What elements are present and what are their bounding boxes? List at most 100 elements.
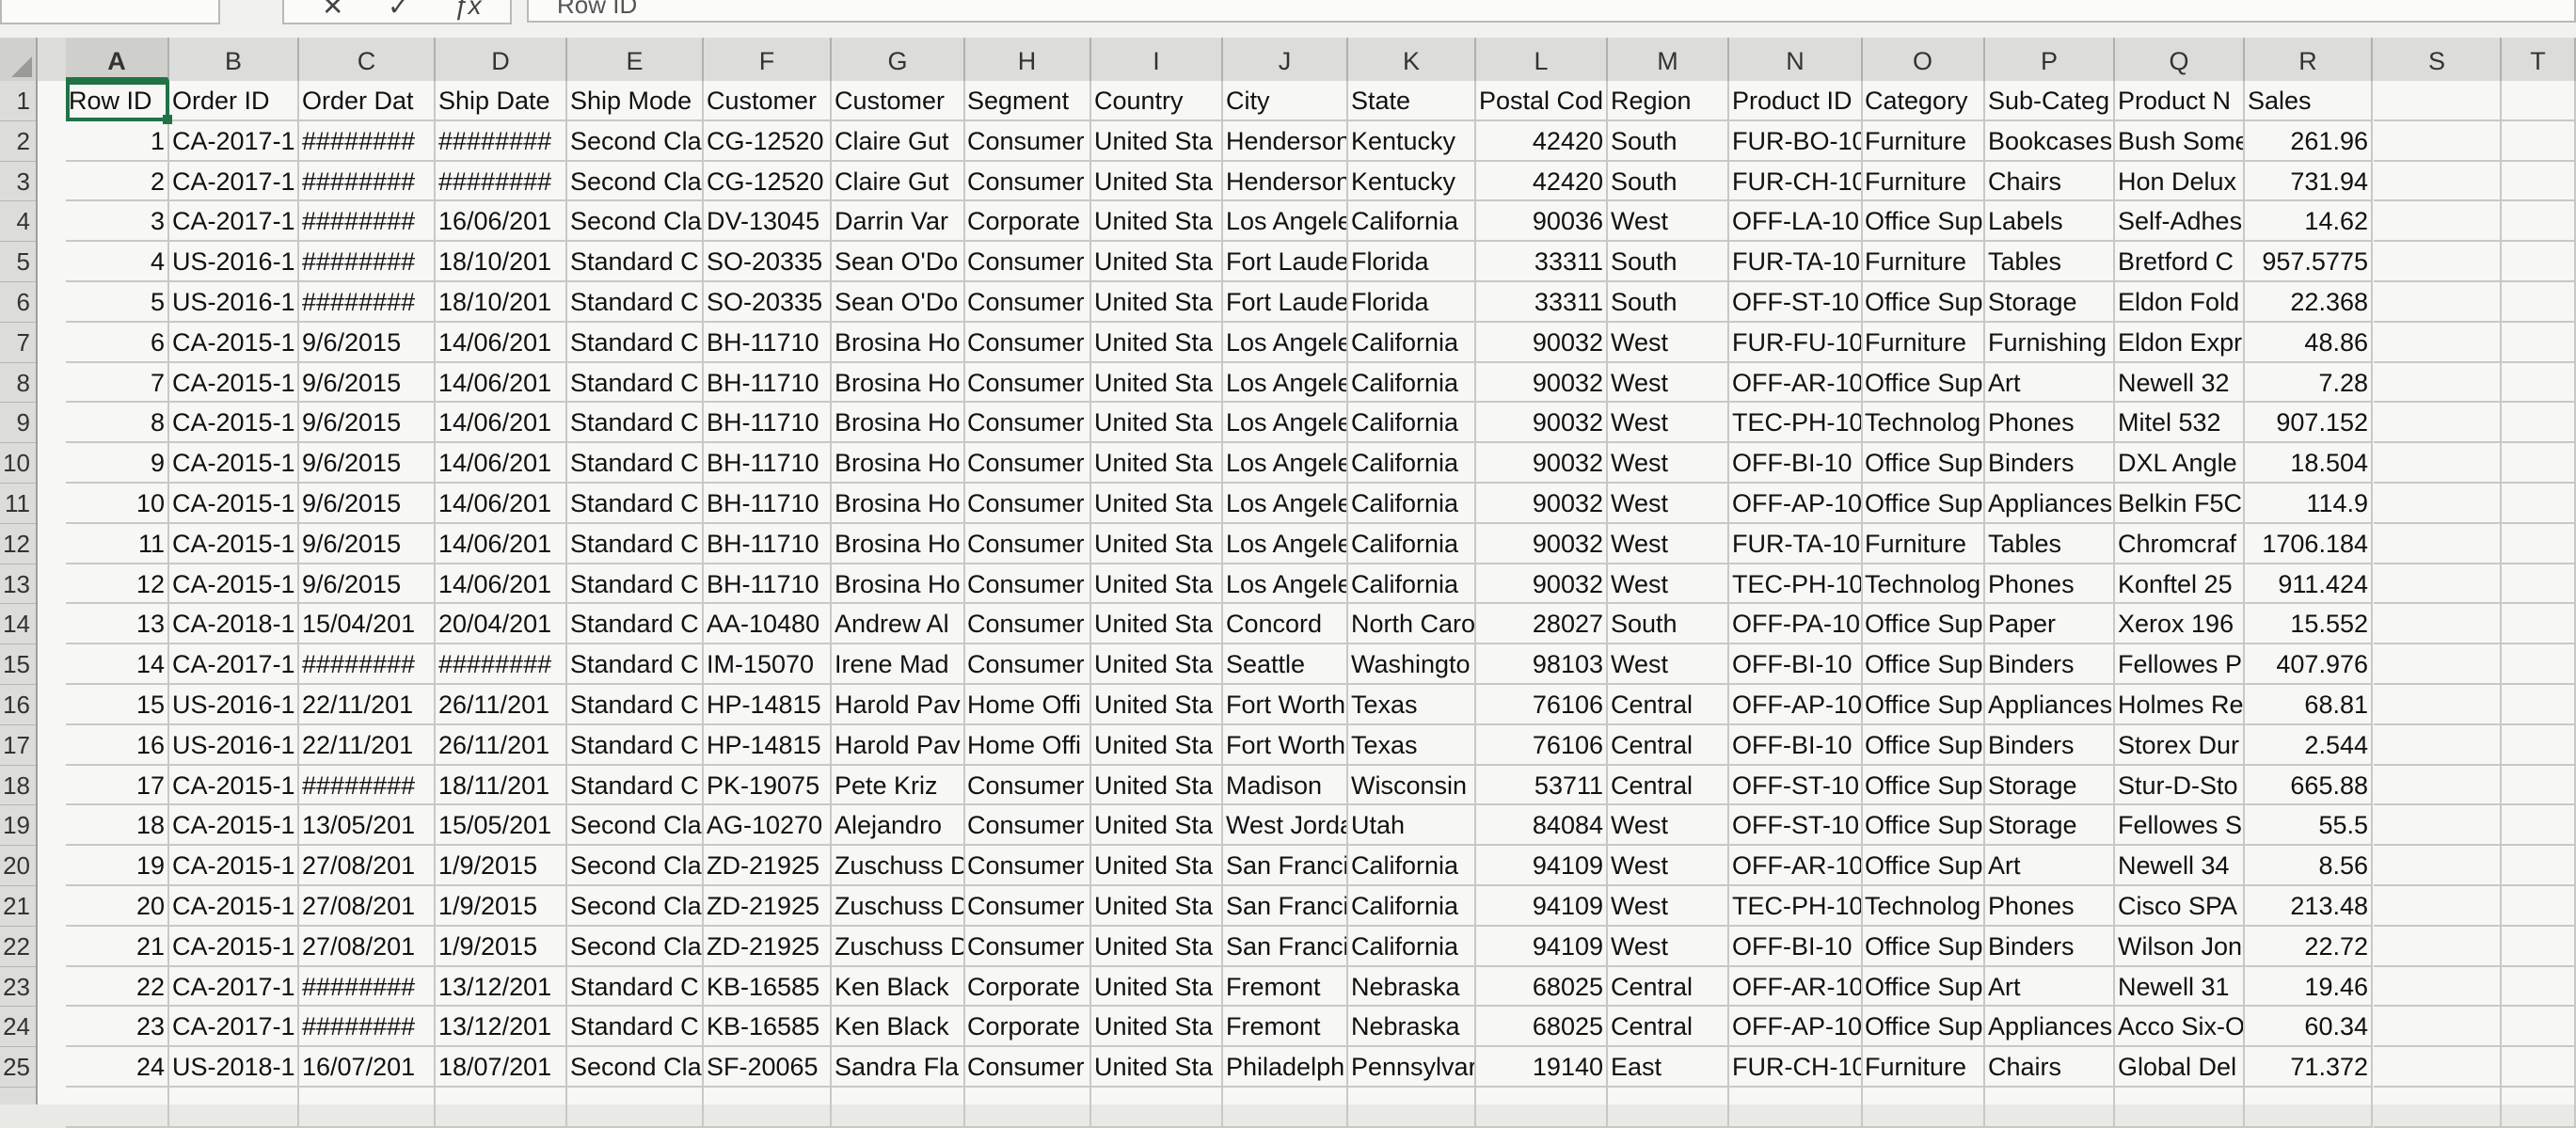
table-cell[interactable]: Chairs — [1985, 161, 2115, 202]
table-cell[interactable]: Henderson — [1223, 161, 1348, 202]
table-cell[interactable]: Storage — [1985, 282, 2115, 323]
table-cell[interactable] — [2502, 201, 2576, 243]
table-cell[interactable]: Sean O'Do — [832, 282, 965, 323]
table-cell[interactable]: 22 — [66, 966, 169, 1008]
table-cell[interactable]: 14/06/201 — [436, 443, 567, 484]
table-cell[interactable]: 1/9/2015 — [436, 886, 567, 927]
row-header-8[interactable]: 8 — [0, 363, 36, 404]
table-cell[interactable]: West — [1608, 484, 1729, 524]
table-cell[interactable] — [2502, 282, 2576, 323]
row-header-21[interactable]: 21 — [0, 886, 36, 927]
table-cell[interactable] — [66, 1088, 169, 1128]
table-cell[interactable]: CG-12520 — [704, 120, 832, 162]
header-cell[interactable]: Category — [1862, 81, 1985, 121]
table-cell[interactable]: United Sta — [1091, 886, 1223, 927]
column-header-d[interactable]: D — [436, 38, 567, 81]
table-cell[interactable]: Office Sup — [1862, 685, 1985, 725]
table-cell[interactable]: 90032 — [1476, 322, 1608, 363]
table-cell[interactable]: 9/6/2015 — [299, 564, 436, 605]
table-cell[interactable]: Consumer — [964, 282, 1091, 323]
table-cell[interactable]: Consumer — [964, 120, 1091, 162]
header-cell[interactable]: Customer — [832, 81, 965, 121]
table-cell[interactable]: Philadelph — [1223, 1047, 1348, 1088]
table-cell[interactable]: SO-20335 — [704, 282, 832, 323]
table-cell[interactable]: Zuschuss D — [832, 886, 965, 927]
table-cell[interactable] — [2502, 1088, 2576, 1128]
table-cell[interactable]: ZD-21925 — [704, 886, 832, 927]
table-cell[interactable]: CA-2015-1 — [169, 765, 299, 806]
table-cell[interactable]: Pete Kriz — [832, 765, 965, 806]
table-cell[interactable]: United Sta — [1091, 564, 1223, 605]
table-cell[interactable] — [2502, 1007, 2576, 1048]
table-cell[interactable]: CA-2015-1 — [169, 322, 299, 363]
table-cell[interactable]: 26/11/201 — [436, 724, 567, 766]
table-cell[interactable]: Standard C — [567, 362, 704, 404]
table-cell[interactable]: Corporate — [964, 201, 1091, 243]
table-cell[interactable] — [2502, 644, 2576, 685]
header-cell[interactable]: Customer — [704, 81, 832, 121]
table-cell[interactable]: United Sta — [1091, 1007, 1223, 1048]
table-cell[interactable]: Zuschuss D — [832, 926, 965, 967]
header-cell[interactable]: Sales — [2245, 81, 2373, 121]
table-cell[interactable]: Pennsylvar — [1348, 1047, 1476, 1088]
header-cell[interactable]: Order ID — [169, 81, 299, 121]
row-header-3[interactable]: 3 — [0, 162, 36, 202]
table-cell[interactable]: 55.5 — [2245, 805, 2373, 847]
table-cell[interactable]: Eldon Fold — [2115, 282, 2245, 323]
table-cell[interactable]: 9 — [66, 443, 169, 484]
table-cell[interactable]: 94109 — [1476, 846, 1608, 886]
table-cell[interactable]: CA-2017-1 — [169, 644, 299, 685]
table-cell[interactable]: South — [1608, 242, 1729, 282]
table-cell[interactable]: Standard C — [567, 966, 704, 1008]
table-cell[interactable]: Holmes Re — [2115, 685, 2245, 725]
table-cell[interactable]: West — [1608, 564, 1729, 605]
table-cell[interactable]: South — [1608, 120, 1729, 162]
table-cell[interactable]: 68.81 — [2245, 685, 2373, 725]
header-cell[interactable]: Country — [1091, 81, 1223, 121]
table-cell[interactable]: Fellowes P — [2115, 644, 2245, 685]
table-cell[interactable]: San Franci — [1223, 926, 1348, 967]
column-header-h[interactable]: H — [964, 38, 1091, 81]
table-cell[interactable]: Furniture — [1862, 120, 1985, 162]
table-cell[interactable]: 14/06/201 — [436, 523, 567, 564]
table-cell[interactable]: 42420 — [1476, 120, 1608, 162]
table-cell[interactable]: 8.56 — [2245, 846, 2373, 886]
table-cell[interactable]: West — [1608, 322, 1729, 363]
table-cell[interactable]: 957.5775 — [2245, 242, 2373, 282]
table-cell[interactable]: Los Angele — [1223, 443, 1348, 484]
table-cell[interactable]: West — [1608, 362, 1729, 404]
table-cell[interactable]: Fremont — [1223, 966, 1348, 1008]
table-cell[interactable]: KB-16585 — [704, 1007, 832, 1048]
table-cell[interactable] — [2374, 886, 2502, 927]
table-cell[interactable] — [2502, 564, 2576, 605]
table-cell[interactable]: United Sta — [1091, 443, 1223, 484]
table-cell[interactable]: 6 — [66, 322, 169, 363]
header-cell[interactable]: Row ID — [66, 81, 169, 121]
header-cell[interactable]: Sub-Categ — [1985, 81, 2115, 121]
header-cell[interactable]: Ship Date — [436, 81, 567, 121]
table-cell[interactable] — [2502, 242, 2576, 282]
table-cell[interactable] — [436, 1088, 567, 1128]
table-cell[interactable]: 33311 — [1476, 242, 1608, 282]
table-cell[interactable]: 911.424 — [2245, 564, 2373, 605]
table-cell[interactable]: Consumer — [964, 443, 1091, 484]
table-cell[interactable]: Standard C — [567, 1007, 704, 1048]
table-cell[interactable]: 90032 — [1476, 523, 1608, 564]
table-cell[interactable]: Office Sup — [1862, 846, 1985, 886]
table-cell[interactable]: Second Cla — [567, 1047, 704, 1088]
table-cell[interactable]: 27/08/201 — [299, 886, 436, 927]
table-cell[interactable]: US-2016-1 — [169, 242, 299, 282]
table-cell[interactable] — [169, 1088, 299, 1128]
table-cell[interactable]: 15/05/201 — [436, 805, 567, 847]
table-cell[interactable]: South — [1608, 604, 1729, 645]
table-cell[interactable]: Office Sup — [1862, 805, 1985, 847]
table-cell[interactable]: 23 — [66, 1007, 169, 1048]
table-cell[interactable]: OFF-AR-10 — [1729, 846, 1863, 886]
table-cell[interactable] — [2502, 886, 2576, 927]
row-header-25[interactable]: 25 — [0, 1047, 36, 1088]
table-cell[interactable] — [704, 1088, 832, 1128]
table-cell[interactable]: ######## — [299, 161, 436, 202]
row-header-18[interactable]: 18 — [0, 766, 36, 806]
table-cell[interactable] — [2374, 846, 2502, 886]
table-cell[interactable]: South — [1608, 282, 1729, 323]
